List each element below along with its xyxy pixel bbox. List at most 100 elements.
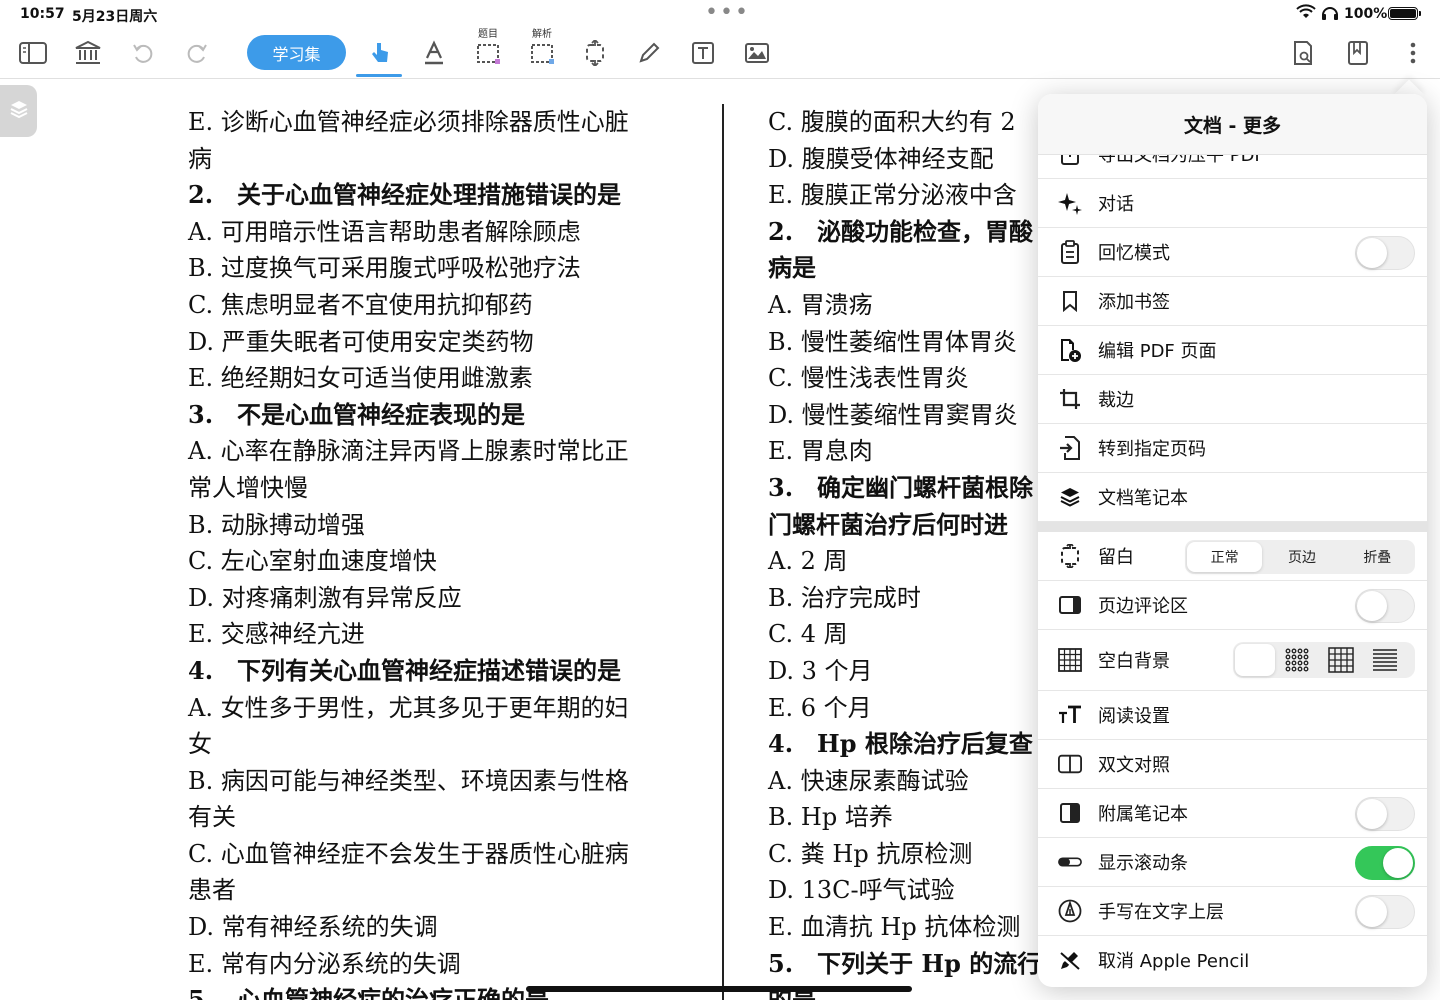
crop-icon [1058, 387, 1082, 411]
menu-item-attached-notebook[interactable]: 附属笔记本 [1038, 789, 1427, 838]
pen-circle-icon [1058, 899, 1082, 923]
redo-icon[interactable] [180, 36, 214, 70]
menu-item-go-to-page[interactable]: 转到指定页码 [1038, 424, 1427, 473]
multitasking-dots[interactable]: ••• [705, 0, 750, 25]
document-text-line: A. 可用暗示性语言帮助患者解除顾虑 [188, 217, 581, 246]
margin-icon [1058, 544, 1082, 568]
document-text-line: C. 粪 Hp 抗原检测 [768, 839, 973, 868]
background-style-picker[interactable] [1233, 642, 1415, 678]
library-icon[interactable] [71, 36, 105, 70]
menu-item-crop[interactable]: 裁边 [1038, 375, 1427, 424]
menu-item-edit-pdf-pages[interactable]: 编辑 PDF 页面 [1038, 326, 1427, 375]
study-set-button[interactable]: 学习集 [247, 35, 346, 70]
document-text-line: D. 严重失眠者可使用安定类药物 [188, 327, 534, 356]
margin-segmented-control[interactable]: 正常 页边 折叠 [1185, 540, 1415, 574]
margin-option-page-edge[interactable]: 页边 [1264, 540, 1339, 574]
more-vertical-icon[interactable] [1396, 36, 1430, 70]
document-text-line: A. 胃溃疡 [768, 290, 873, 319]
document-text-line: 病是 [768, 253, 816, 283]
image-icon[interactable] [740, 36, 774, 70]
menu-item-margin-comments[interactable]: 页边评论区 [1038, 581, 1427, 630]
document-text-line: 3. 不是心血管神经症表现的是 [188, 399, 526, 429]
menu-item-cancel-pencil[interactable]: 取消 Apple Pencil [1038, 936, 1427, 984]
more-menu-popover: 文档 - 更多 导出文档为压平 PDF 对话 回忆模式 添加书签 编辑 PDF … [1038, 94, 1427, 987]
menu-item-margin: 留白 正常 页边 折叠 [1038, 532, 1427, 581]
document-text-line: C. 4 周 [768, 620, 848, 649]
document-text-line: A. 2 周 [768, 547, 848, 576]
column-divider [722, 104, 724, 1000]
document-text-line: E. 绝经期妇女可适当使用雌激素 [188, 364, 533, 393]
document-text-line: B. 过度换气可采用腹式呼吸松弛疗法 [188, 254, 581, 283]
document-text-line: 4. 下列有关心血管神经症描述错误的是 [188, 655, 622, 685]
layers-icon [8, 98, 30, 124]
hand-pointer-icon[interactable] [363, 36, 397, 70]
attached-notebook-toggle[interactable] [1355, 797, 1415, 831]
undo-icon[interactable] [126, 36, 160, 70]
document-text-line: 4. Hp 根除治疗后复查 [768, 729, 1033, 759]
document-text-line: C. 腹膜的面积大约有 2 [768, 108, 1016, 136]
document-text-line: D. 13C-呼气试验 [768, 876, 955, 905]
bg-option-plain[interactable] [1235, 644, 1275, 676]
document-text-line: A. 快速尿素酶试验 [768, 766, 969, 795]
lasso-expand-icon[interactable] [578, 36, 612, 70]
status-time: 10:57 [20, 6, 65, 22]
document-text-line: 3. 确定幽门螺杆菌根除 [768, 472, 1034, 502]
margin-comments-toggle[interactable] [1355, 589, 1415, 623]
document-text-line: 常人增快慢 [188, 473, 308, 502]
menu-section-separator [1038, 522, 1427, 532]
layers-panel-handle[interactable] [0, 85, 37, 137]
bg-option-dots[interactable] [1275, 644, 1319, 676]
document-text-line: E. 诊断心血管神经症必须排除器质性心脏 [188, 108, 629, 136]
margin-comments-icon [1058, 593, 1082, 617]
sidebar-toggle-icon[interactable] [16, 36, 50, 70]
battery-percent: 100% [1344, 6, 1388, 22]
document-text-line: E. 常有内分泌系统的失调 [188, 949, 461, 978]
document-add-icon [1058, 338, 1082, 362]
home-indicator[interactable] [526, 986, 912, 992]
document-text-line: 女 [188, 730, 212, 759]
document-column-right: C. 腹膜的面积大约有 2 D. 腹膜受体神经支配 E. 腹膜正常分泌液中含 2. 泌… [768, 104, 1068, 1000]
document-text-line: B. Hp 培养 [768, 803, 893, 832]
document-column-left: E. 诊断心血管神经症必须排除器质性心脏病 2. 关于心血管神经症处理措施错误的是… [188, 104, 688, 1000]
recall-mode-toggle[interactable] [1355, 236, 1415, 270]
analysis-select-icon[interactable] [525, 36, 559, 70]
sparkles-icon [1058, 191, 1082, 215]
document-text-line: 2. 关于心血管神经症处理措施错误的是 [188, 180, 622, 210]
bg-option-lines[interactable] [1363, 644, 1407, 676]
wifi-icon [1296, 4, 1316, 24]
document-text-line: 2. 泌酸功能检查，胃酸 [768, 216, 1034, 246]
margin-option-normal[interactable]: 正常 [1187, 542, 1263, 572]
text-highlight-icon[interactable] [417, 36, 451, 70]
document-text-line: B. 治疗完成时 [768, 583, 921, 612]
menu-item-chat[interactable]: 对话 [1038, 179, 1427, 228]
document-text-line: B. 病因可能与神经类型、环境因素与性格 [188, 766, 629, 795]
document-text-line: A. 女性多于男性，尤其多见于更年期的妇 [188, 693, 629, 722]
split-view-icon [1058, 752, 1082, 776]
document-text-line: 有关 [188, 803, 236, 832]
handwriting-above-toggle[interactable] [1355, 895, 1415, 929]
menu-item-show-scrollbar[interactable]: 显示滚动条 [1038, 838, 1427, 887]
text-box-icon[interactable] [686, 36, 720, 70]
menu-item-doc-notebook[interactable]: 文档笔记本 [1038, 473, 1427, 522]
stack-icon [1058, 485, 1082, 509]
document-search-icon[interactable] [1286, 36, 1320, 70]
menu-item-reading-settings[interactable]: 阅读设置 [1038, 691, 1427, 740]
document-text-line: 病 [188, 144, 212, 173]
bookmark-icon[interactable] [1341, 36, 1375, 70]
menu-item-bilingual[interactable]: 双文对照 [1038, 740, 1427, 789]
margin-option-fold[interactable]: 折叠 [1340, 540, 1415, 574]
pencil-slash-icon [1058, 948, 1082, 972]
menu-item-add-bookmark[interactable]: 添加书签 [1038, 277, 1427, 326]
pencil-icon[interactable] [632, 36, 666, 70]
document-text-line: E. 腹膜正常分泌液中含 [768, 181, 1017, 210]
bookmark-outline-icon [1058, 289, 1082, 313]
show-scrollbar-toggle[interactable] [1355, 846, 1415, 880]
sidebar-right-icon [1058, 801, 1082, 825]
bg-option-grid[interactable] [1319, 644, 1363, 676]
clipboard-icon [1058, 240, 1082, 264]
document-text-line: A. 心率在静脉滴注异丙肾上腺素时常比正 [188, 437, 629, 466]
menu-title: 文档 - 更多 [1038, 94, 1427, 155]
question-select-icon[interactable] [471, 36, 505, 70]
menu-item-recall-mode[interactable]: 回忆模式 [1038, 228, 1427, 277]
menu-item-handwriting-above[interactable]: 手写在文字上层 [1038, 887, 1427, 936]
